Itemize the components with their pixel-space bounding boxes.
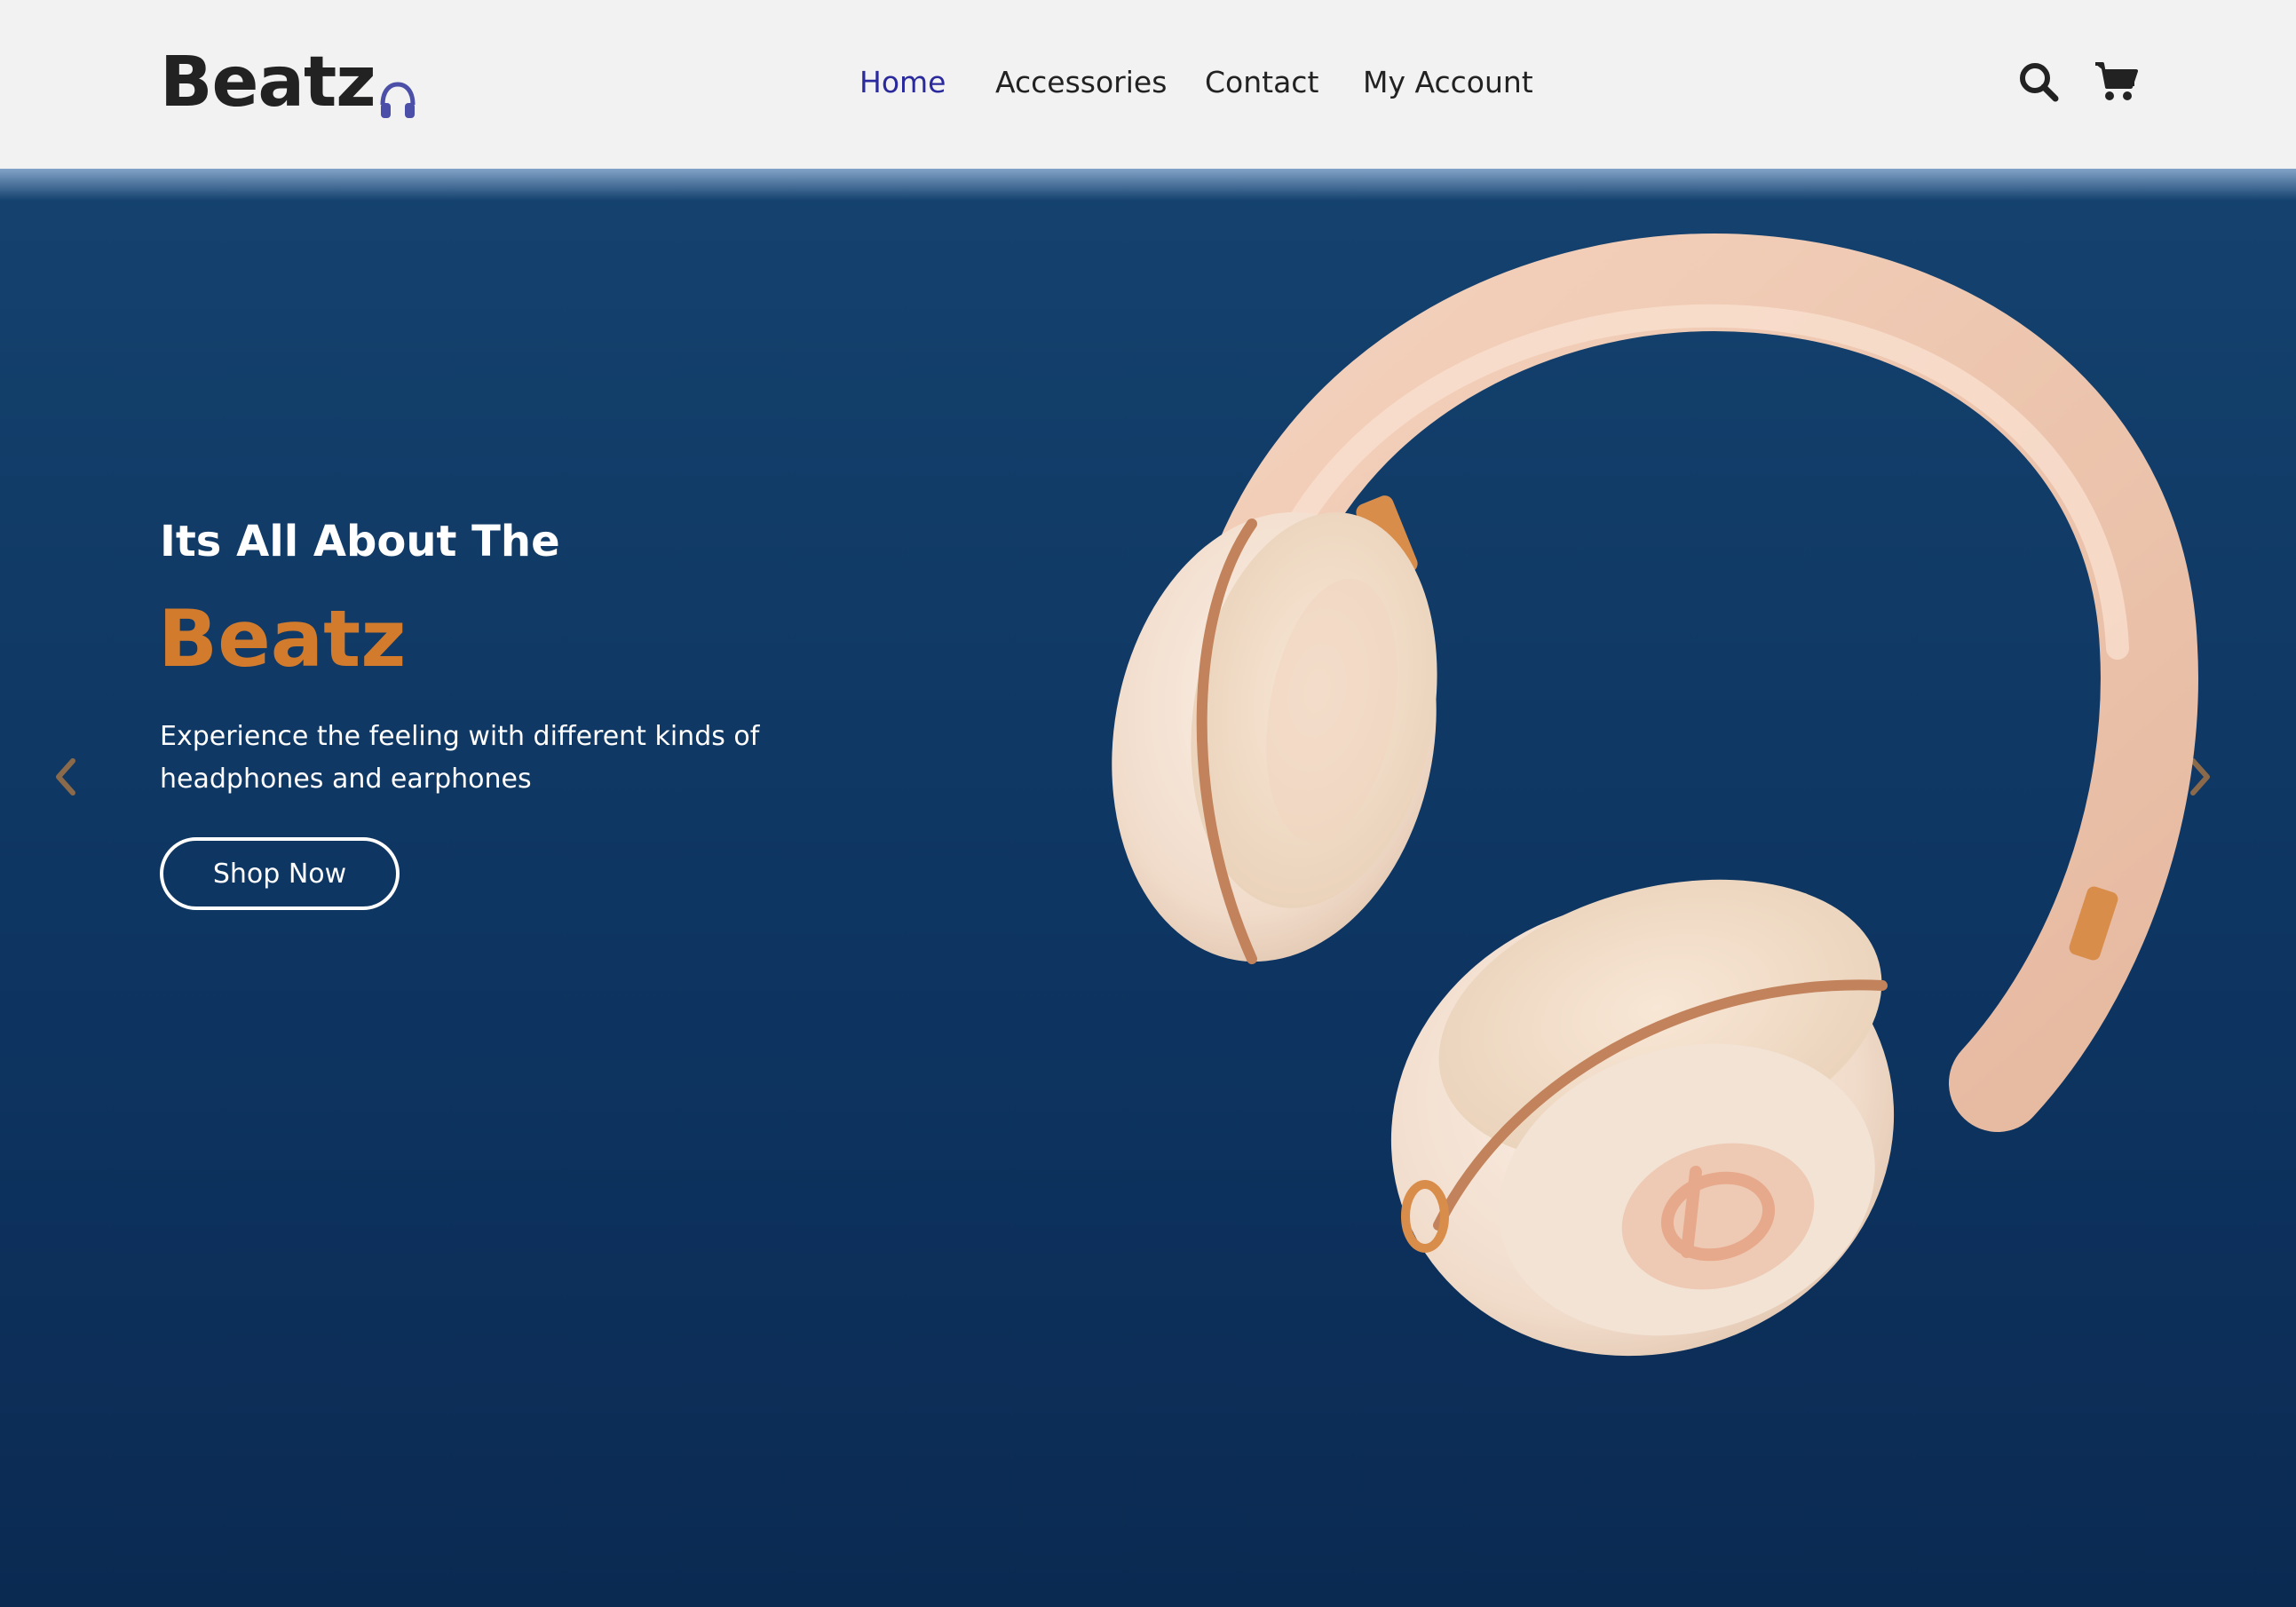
nav-item-my-account[interactable]: My Account bbox=[1363, 62, 1533, 103]
chevron-left-icon[interactable] bbox=[48, 750, 83, 804]
shop-now-button[interactable]: Shop Now bbox=[160, 837, 400, 910]
main-nav: Home Accessories Contact My Account bbox=[0, 62, 2296, 103]
hero-description: Experience the feeling with different ki… bbox=[160, 721, 760, 795]
navbar-shadow bbox=[0, 169, 2296, 201]
headphones-product-image bbox=[1112, 234, 2198, 1357]
hero-title: Beatz bbox=[158, 593, 407, 685]
navbar: Beatz Home Accessories Contact My Accoun… bbox=[0, 0, 2296, 169]
nav-item-home[interactable]: Home bbox=[859, 62, 946, 103]
nav-item-contact[interactable]: Contact bbox=[1205, 62, 1318, 103]
search-icon[interactable] bbox=[2015, 59, 2062, 105]
cart-icon[interactable] bbox=[2094, 59, 2140, 105]
nav-item-accessories[interactable]: Accessories bbox=[995, 62, 1167, 103]
hero-eyebrow: Its All About The bbox=[160, 517, 560, 566]
